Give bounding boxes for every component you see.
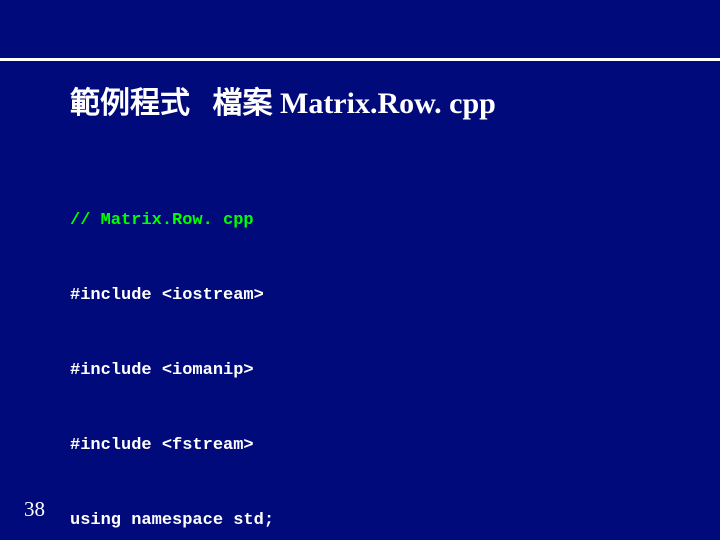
code-line: #include <fstream> <box>70 433 611 458</box>
code-line: #include <iostream> <box>70 283 611 308</box>
slide-title: 範例程式 檔案 Matrix.Row. cpp <box>70 78 496 122</box>
page-number: 38 <box>24 497 45 522</box>
code-line: #include <iomanip> <box>70 358 611 383</box>
horizontal-rule <box>0 58 720 61</box>
code-line: using namespace std; <box>70 508 611 533</box>
code-line: // Matrix.Row. cpp <box>70 208 611 233</box>
slide: 範例程式 檔案 Matrix.Row. cpp // Matrix.Row. c… <box>0 0 720 540</box>
code-block: // Matrix.Row. cpp #include <iostream> #… <box>70 158 611 540</box>
